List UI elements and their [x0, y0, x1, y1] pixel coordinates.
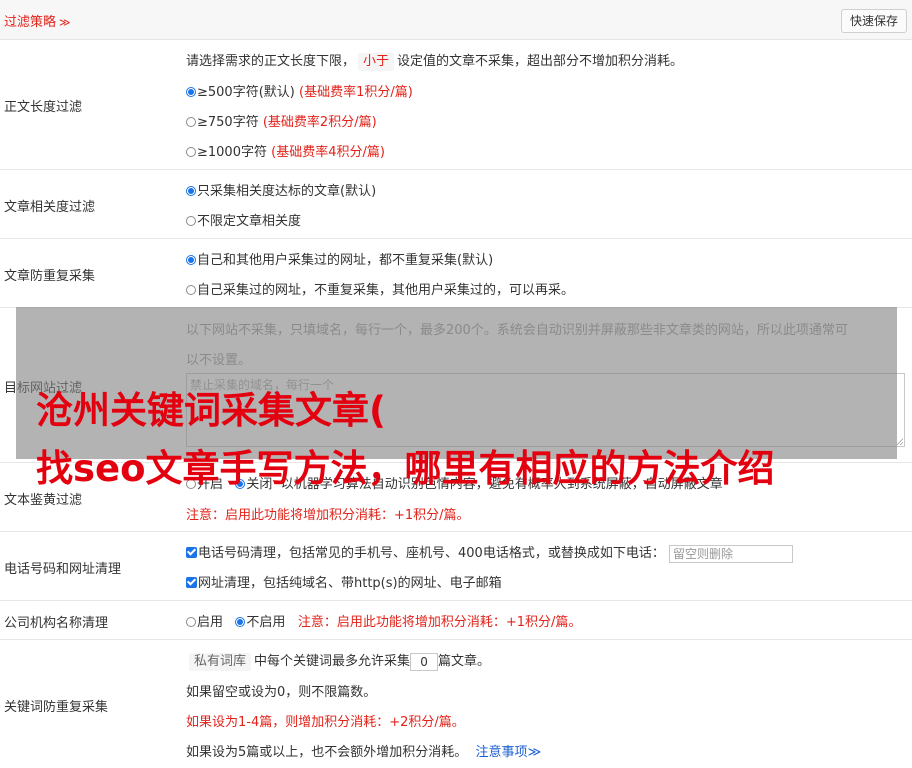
body-length-desc: 请选择需求的正文长度下限， 小于 设定值的文章不采集，超出部分不增加积分消耗。 [186, 53, 684, 71]
body-length-row: 正文长度过滤 请选择需求的正文长度下限， 小于 设定值的文章不采集，超出部分不增加积… [0, 40, 912, 170]
company-note: 注意：启用此功能将增加积分消耗：+1积分/篇。 [297, 615, 582, 630]
resize-grip-icon[interactable] [896, 438, 903, 445]
radio-icon[interactable] [186, 255, 196, 265]
keyword-dup-line-1: 私有词库 中每个关键词最多允许采集 0 篇文章。 [186, 650, 490, 671]
site-filter-desc-2: 以不设置。 [186, 353, 252, 368]
keyword-dup-line-4: 如果设为5篇或以上，也不会额外增加积分消耗。 注意事项≫ [186, 745, 542, 760]
radio-icon[interactable] [186, 147, 196, 157]
keyword-dup-label: 关键词防重复采集 [4, 700, 109, 715]
length-option-750[interactable]: ≥750字符 (基础费率2积分/篇) [186, 111, 377, 130]
keyword-dup-line-3: 如果设为1-4篇，则增加积分消耗：+2积分/篇。 [186, 715, 465, 730]
radio-icon[interactable] [186, 87, 196, 97]
chevron-down-icon: ≫ [527, 745, 542, 760]
replace-phone-input[interactable]: 留空则删除 [668, 544, 793, 563]
quick-save-button[interactable]: 快速保存 [840, 9, 907, 33]
company-on[interactable]: 启用 [186, 615, 223, 630]
duplicate-row: 文章防重复采集 自己和其他用户采集过的网址，都不重复采集(默认) 自己采集过的网… [0, 239, 912, 308]
checkbox-icon[interactable] [186, 547, 197, 558]
phone-clean-option[interactable]: 电话号码清理，包括常见的手机号、座机号、400电话格式，或替换成如下电话： 留空… [186, 542, 793, 563]
filter-header: 过滤策略 ≫ 快速保存 [0, 0, 912, 40]
radio-icon[interactable] [186, 216, 196, 226]
less-than-tag: 小于 [358, 53, 395, 71]
company-row: 公司机构名称清理 启用 不启用 注意：启用此功能将增加积分消耗：+1积分/篇。 [0, 601, 912, 640]
radio-icon[interactable] [186, 285, 196, 295]
notes-link[interactable]: 注意事项≫ [476, 745, 542, 760]
private-lexicon-tag[interactable]: 私有词库 [189, 653, 252, 671]
length-option-1000[interactable]: ≥1000字符 (基础费率4积分/篇) [186, 141, 385, 160]
overlay-headline-1: 沧州关键词采集文章( [36, 389, 386, 432]
company-options: 启用 不启用 注意：启用此功能将增加积分消耗：+1积分/篇。 [186, 611, 581, 630]
duplicate-label: 文章防重复采集 [4, 269, 96, 284]
checkbox-icon[interactable] [186, 577, 197, 588]
filter-strategy-title[interactable]: 过滤策略 ≫ [4, 11, 71, 30]
phone-url-label: 电话号码和网址清理 [4, 562, 122, 577]
max-articles-input[interactable]: 0 [410, 652, 439, 671]
phone-url-row: 电话号码和网址清理 电话号码清理，包括常见的手机号、座机号、400电话格式，或替… [0, 532, 912, 601]
keyword-dup-line-2: 如果留空或设为0，则不限篇数。 [186, 685, 377, 700]
chevron-down-icon: ≫ [59, 16, 71, 29]
relevance-option-any[interactable]: 不限定文章相关度 [186, 210, 301, 229]
body-length-label: 正文长度过滤 [4, 100, 83, 115]
overlay-headline-2: 找seo文章手写方法，哪里有相应的方法介绍 [36, 447, 775, 490]
radio-icon[interactable] [186, 186, 196, 196]
company-label: 公司机构名称清理 [4, 616, 109, 631]
duplicate-option-all[interactable]: 自己和其他用户采集过的网址，都不重复采集(默认) [186, 249, 493, 268]
relevance-label: 文章相关度过滤 [4, 200, 96, 215]
site-filter-desc-1: 以下网站不采集，只填域名，每行一个，最多200个。系统会自动识别并屏蔽那些非文章… [186, 323, 848, 338]
url-clean-option[interactable]: 网址清理，包括纯域名、带http(s)的网址、电子邮箱 [186, 572, 502, 591]
relevance-row: 文章相关度过滤 只采集相关度达标的文章(默认) 不限定文章相关度 [0, 170, 912, 239]
porn-filter-note: 注意：启用此功能将增加积分消耗：+1积分/篇。 [186, 508, 470, 523]
keyword-dup-row: 关键词防重复采集 私有词库 中每个关键词最多允许采集 0 篇文章。 如果留空或设为0，… [0, 640, 912, 768]
duplicate-option-self[interactable]: 自己采集过的网址，不重复采集，其他用户采集过的，可以再采。 [186, 279, 574, 298]
relevance-option-required[interactable]: 只采集相关度达标的文章(默认) [186, 180, 376, 199]
radio-icon[interactable] [235, 617, 246, 627]
porn-filter-label: 文本鉴黄过滤 [4, 493, 83, 508]
length-option-500[interactable]: ≥500字符(默认) (基础费率1积分/篇) [186, 81, 413, 100]
radio-icon[interactable] [186, 117, 196, 127]
company-off[interactable]: 不启用 [235, 615, 285, 630]
radio-icon[interactable] [186, 617, 196, 627]
